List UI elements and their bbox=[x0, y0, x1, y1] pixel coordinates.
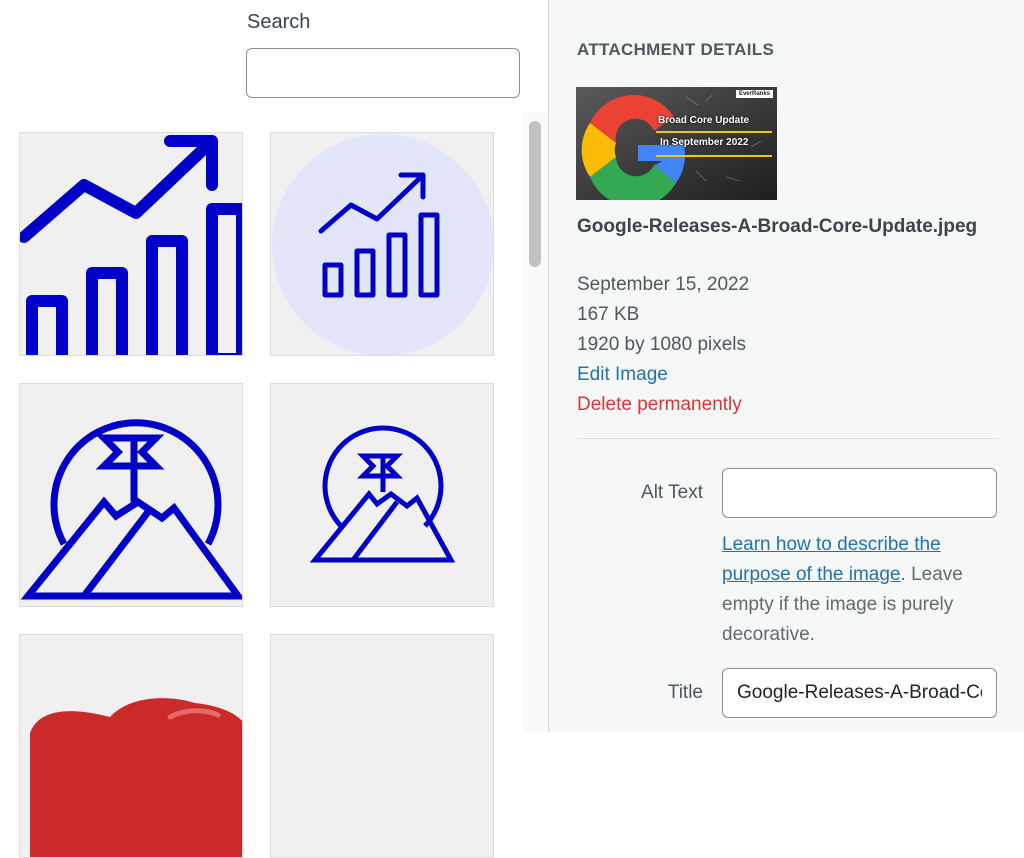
search-input[interactable] bbox=[246, 48, 520, 98]
media-item-growth-chart-circle[interactable] bbox=[270, 132, 494, 356]
details-divider bbox=[577, 438, 999, 439]
mountain-flag-icon bbox=[20, 419, 242, 600]
blank-image bbox=[271, 635, 493, 857]
media-item-blank[interactable] bbox=[270, 634, 494, 858]
mountain-flag-small-icon bbox=[309, 425, 456, 563]
title-input[interactable] bbox=[722, 668, 997, 718]
media-library-grid-pane: Search bbox=[0, 0, 548, 858]
alt-text-help: Learn how to describe the purpose of the… bbox=[722, 530, 997, 650]
attachment-dimensions: 1920 by 1080 pixels bbox=[577, 334, 747, 355]
attachment-details-pane: Attachment Details EverRanks Broad Core … bbox=[548, 0, 1024, 732]
media-item-red-shape[interactable] bbox=[19, 634, 243, 858]
edit-image-link[interactable]: Edit Image bbox=[577, 364, 668, 386]
media-item-growth-chart[interactable] bbox=[19, 132, 243, 356]
attachment-details-heading: Attachment Details bbox=[577, 40, 775, 59]
alt-text-label: Alt Text bbox=[641, 482, 703, 503]
media-item-mountain-flag-small[interactable] bbox=[270, 383, 494, 607]
grid-scrollbar-thumb[interactable] bbox=[529, 121, 541, 267]
growth-chart-icon bbox=[20, 135, 242, 355]
delete-permanently-link[interactable]: Delete permanently bbox=[577, 394, 742, 416]
search-label: Search bbox=[247, 11, 311, 33]
preview-title-line2: In September 2022 bbox=[660, 137, 749, 148]
attachment-file-name: Google-Releases-A-Broad-Core-Update.jpeg bbox=[577, 216, 978, 237]
attachment-preview-image: EverRanks Broad Core Update In September… bbox=[576, 87, 777, 200]
growth-chart-circle-icon bbox=[272, 134, 493, 355]
title-label: Title bbox=[667, 682, 703, 703]
media-item-mountain-flag[interactable] bbox=[19, 383, 243, 607]
attachment-file-size: 167 KB bbox=[577, 304, 640, 325]
attachment-upload-date: September 15, 2022 bbox=[577, 274, 750, 295]
alt-text-input[interactable] bbox=[722, 468, 997, 518]
red-shape-image bbox=[30, 698, 242, 857]
preview-brand-badge: EverRanks bbox=[735, 90, 773, 98]
preview-title-line1: Broad Core Update bbox=[658, 115, 750, 126]
